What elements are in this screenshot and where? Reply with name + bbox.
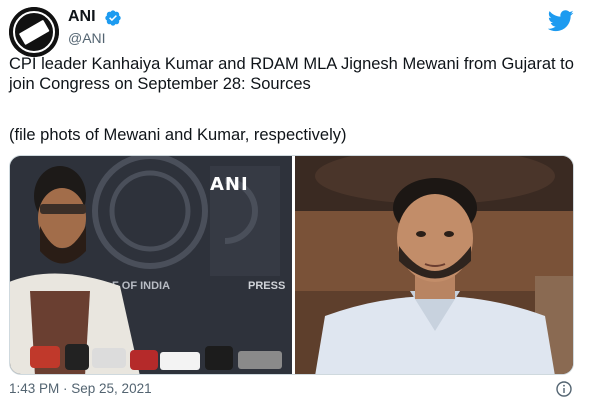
handle[interactable]: @ANI	[68, 30, 106, 46]
photo-kumar[interactable]	[295, 156, 573, 374]
tweet-timestamp[interactable]: 1:43 PM · Sep 25, 2021	[9, 381, 152, 396]
tweet-card: ANI @ANI CPI leader Kanhaiya Kumar and R…	[0, 0, 600, 400]
twitter-bird-icon[interactable]	[548, 10, 574, 32]
tweet-note: (file phots of Mewani and Kumar, respect…	[9, 126, 347, 144]
press-text: PRESS	[248, 280, 285, 292]
avatar[interactable]	[9, 7, 59, 57]
info-icon[interactable]	[556, 381, 572, 397]
verified-badge-icon	[105, 10, 121, 26]
portrait-photo	[295, 156, 573, 374]
ani-watermark: ANI	[210, 174, 249, 195]
tweet-text: CPI leader Kanhaiya Kumar and RDAM MLA J…	[9, 55, 574, 93]
press-conference-photo: F OF INDIA PRESS	[10, 156, 292, 374]
display-name[interactable]: ANI	[68, 8, 96, 26]
tweet-media[interactable]: F OF INDIA PRESS ANI	[9, 155, 574, 375]
photo-mewani[interactable]: F OF INDIA PRESS ANI	[10, 156, 292, 374]
ani-logo-icon	[9, 7, 59, 57]
